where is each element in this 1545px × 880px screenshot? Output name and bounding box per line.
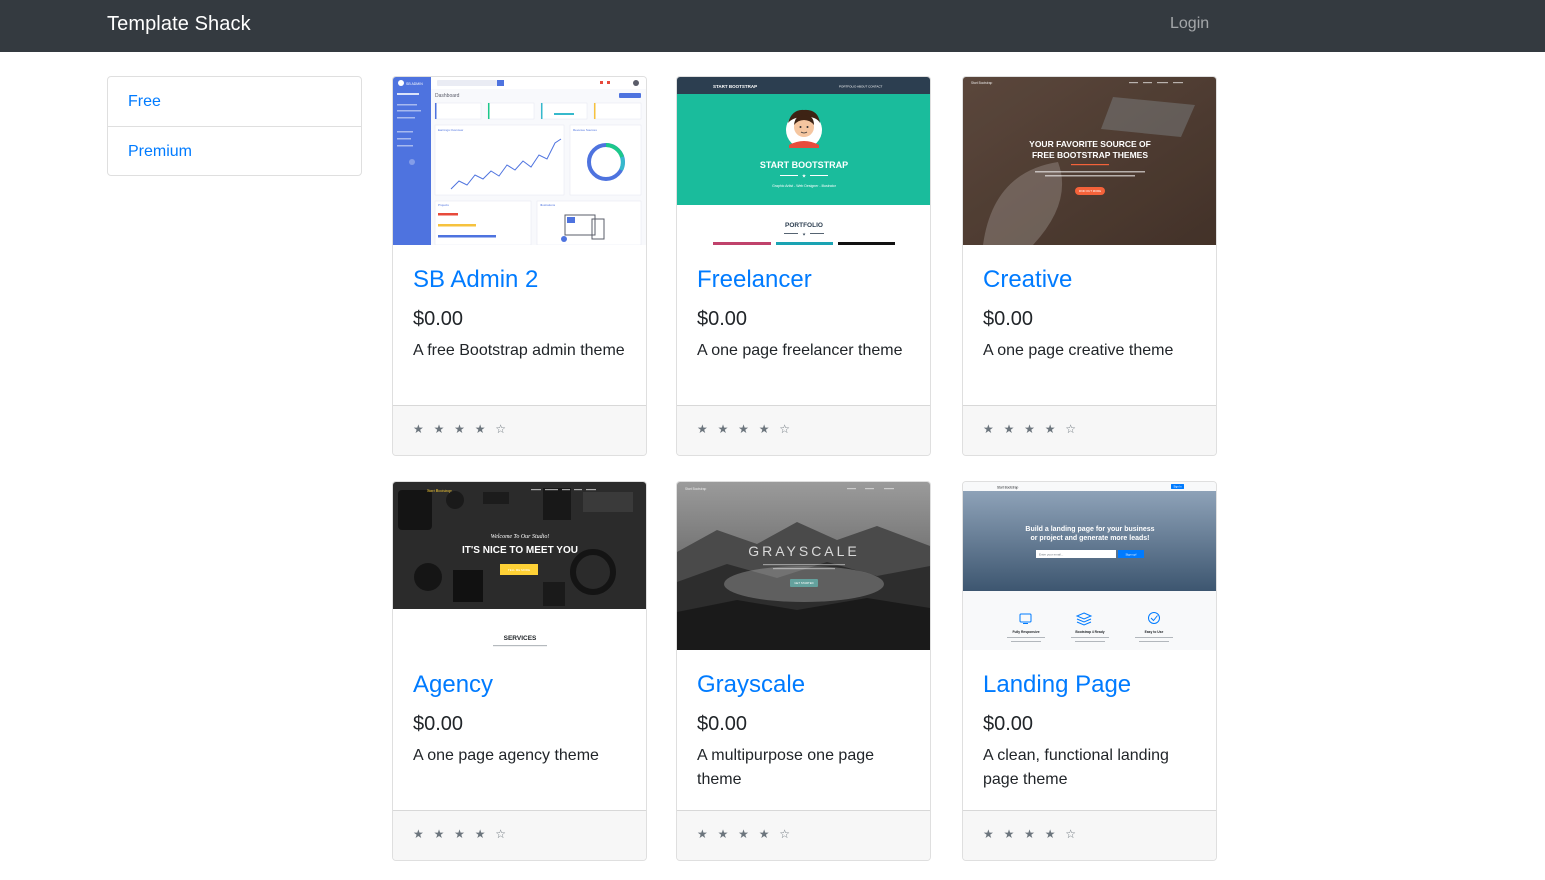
freelancer-section-title: PORTFOLIO (785, 222, 823, 229)
landing-feature-3: Easy to Use (1145, 630, 1164, 634)
product-price: $0.00 (413, 713, 464, 735)
agency-section-title: SERVICES (504, 635, 537, 642)
sb-admin-chart-title: Earnings Overview (438, 128, 464, 132)
product-price: $0.00 (983, 713, 1034, 735)
card-footer: ★ ★ ★ ★ ☆ (963, 405, 1216, 455)
sb-admin-heading: Dashboard (435, 93, 460, 99)
product-description: A clean, functional landing page theme (983, 747, 1169, 788)
product-price: $0.00 (413, 308, 464, 330)
login-link[interactable]: Login (1170, 15, 1209, 33)
agency-headline: IT'S NICE TO MEET YOU (462, 545, 578, 556)
landing-email-input: Enter your email... (1039, 552, 1064, 556)
product-description: A multipurpose one page theme (697, 747, 875, 788)
freelancer-nav-links: PORTFOLIO ABOUT CONTACT (839, 85, 883, 89)
landing-nav-brand: Start Bootstrap (997, 486, 1018, 490)
navbar: Template Shack Login (0, 0, 1545, 52)
category-premium[interactable]: Premium (108, 126, 361, 175)
landing-nav-button: Sign In (1173, 485, 1182, 489)
creative-headline-1: YOUR FAVORITE SOURCE OF (1029, 139, 1151, 149)
card-footer: ★ ★ ★ ★ ☆ (963, 810, 1216, 860)
product-title[interactable]: Agency (413, 671, 493, 699)
star-rating: ★ ★ ★ ★ ☆ (983, 422, 1080, 436)
product-card-creative: Start Bootstrap YOUR FAVORITE SOURCE OF … (962, 76, 1217, 456)
freelancer-hero-title: START BOOTSTRAP (760, 160, 848, 170)
product-title[interactable]: Landing Page (983, 671, 1131, 699)
card-footer: ★ ★ ★ ★ ☆ (677, 810, 930, 860)
landing-submit: Sign up! (1125, 552, 1136, 556)
agency-nav-brand: Start Bootstrap (427, 488, 452, 493)
landing-feature-2: Bootstrap 4 Ready (1075, 630, 1104, 634)
product-title[interactable]: Creative (983, 266, 1072, 294)
product-card-sb-admin-2: SB ADMIN Dashboard Earnings Overview Rev… (392, 76, 647, 456)
product-price: $0.00 (697, 713, 748, 735)
svg-text:★: ★ (802, 174, 807, 180)
grayscale-preview[interactable]: Start Bootstrap GRAYSCALE GET STARTED (677, 482, 930, 650)
agency-preview[interactable]: Start Bootstrap Welcome To Our Studio! I… (393, 482, 646, 650)
sb-admin-illustrations-title: Illustrations (540, 203, 556, 207)
navbar-brand[interactable]: Template Shack (107, 13, 251, 36)
product-title[interactable]: Grayscale (697, 671, 805, 699)
star-rating: ★ ★ ★ ★ ☆ (697, 422, 794, 436)
sb-admin-donut-title: Revenue Sources (573, 128, 597, 132)
product-title[interactable]: SB Admin 2 (413, 266, 538, 294)
product-card-grayscale: Start Bootstrap GRAYSCALE GET STARTED Gr… (676, 481, 931, 861)
freelancer-preview[interactable]: START BOOTSTRAP PORTFOLIO ABOUT CONTACT … (677, 77, 930, 245)
star-rating: ★ ★ ★ ★ ☆ (983, 827, 1080, 841)
agency-button: TELL ME MORE (508, 568, 530, 572)
product-card-freelancer: START BOOTSTRAP PORTFOLIO ABOUT CONTACT … (676, 76, 931, 456)
grayscale-title: GRAYSCALE (748, 543, 860, 559)
category-list: Free Premium (107, 76, 362, 176)
card-footer: ★ ★ ★ ★ ☆ (393, 810, 646, 860)
star-rating: ★ ★ ★ ★ ☆ (413, 422, 510, 436)
star-rating: ★ ★ ★ ★ ☆ (413, 827, 510, 841)
card-footer: ★ ★ ★ ★ ☆ (677, 405, 930, 455)
creative-preview[interactable]: Start Bootstrap YOUR FAVORITE SOURCE OF … (963, 77, 1216, 245)
product-card-landing-page: Start Bootstrap Sign In Build a landing … (962, 481, 1217, 861)
product-price: $0.00 (697, 308, 748, 330)
landing-headline-2: or project and generate more leads! (1030, 535, 1149, 542)
freelancer-nav-brand: START BOOTSTRAP (713, 84, 757, 89)
svg-text:★: ★ (802, 231, 806, 236)
product-card-agency: Start Bootstrap Welcome To Our Studio! I… (392, 481, 647, 861)
product-price: $0.00 (983, 308, 1034, 330)
product-description: A one page creative theme (983, 342, 1174, 359)
landing-feature-1: Fully Responsive (1012, 630, 1039, 634)
freelancer-hero-sub: Graphic Artist - Web Designer - Illustra… (772, 184, 837, 188)
product-title[interactable]: Freelancer (697, 266, 812, 294)
product-description: A free Bootstrap admin theme (413, 342, 625, 359)
star-rating: ★ ★ ★ ★ ☆ (697, 827, 794, 841)
sb-admin-projects-title: Projects (438, 203, 449, 207)
card-footer: ★ ★ ★ ★ ☆ (393, 405, 646, 455)
product-description: A one page agency theme (413, 747, 599, 764)
sb-admin-dashboard-preview[interactable]: SB ADMIN Dashboard Earnings Overview Rev… (393, 77, 646, 245)
creative-nav-brand: Start Bootstrap (971, 81, 992, 85)
landing-page-preview[interactable]: Start Bootstrap Sign In Build a landing … (963, 482, 1216, 650)
creative-headline-2: FREE BOOTSTRAP THEMES (1032, 150, 1148, 160)
sb-admin-logo-text: SB ADMIN (406, 82, 423, 86)
agency-welcome: Welcome To Our Studio! (491, 534, 550, 540)
landing-headline-1: Build a landing page for your business (1025, 526, 1154, 533)
category-free[interactable]: Free (108, 77, 361, 126)
grayscale-button: GET STARTED (794, 581, 813, 585)
creative-button: FIND OUT MORE (1079, 189, 1101, 193)
product-description: A one page freelancer theme (697, 342, 903, 359)
grayscale-nav-brand: Start Bootstrap (685, 487, 706, 491)
